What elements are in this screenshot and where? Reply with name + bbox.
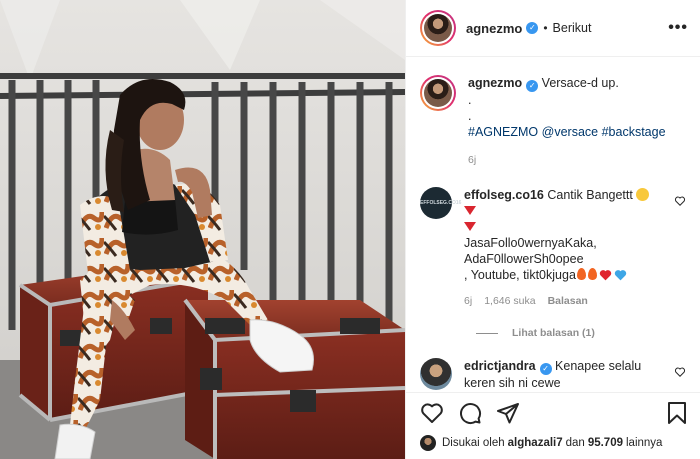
comment-text: , Youtube, tikt0kjuga [464,268,576,282]
likes-suffix: lainnya [626,437,663,449]
action-bar [406,392,700,432]
more-options-icon[interactable]: ••• [668,19,688,37]
smiling-face-emoji-icon [636,188,650,201]
red-triangle-emoji-icon [464,206,476,215]
likes-count[interactable]: 95.709 [588,437,623,449]
backstage-photo-illustration [0,0,405,459]
comment-item: EFFOLSEG.CO16 effolseg.co16 Cantik Bange… [420,187,688,309]
follow-button[interactable]: Berikut [553,21,592,35]
verified-badge-icon: ✓ [539,363,552,375]
comment-icon[interactable] [458,401,482,425]
post-header: agnezmo ✓ • Berikut ••• [406,0,700,57]
likes-and: dan [565,437,585,449]
post-panel: agnezmo ✓ • Berikut ••• agnezmo ✓ Versace… [405,0,700,459]
comments-list[interactable]: agnezmo ✓ Versace-d up. . . #AGNEZMO @ver… [406,58,700,392]
fire-emoji-icon [576,268,586,280]
liker-username[interactable]: alghazali7 [508,437,563,449]
post-photo[interactable] [0,0,405,459]
comment-item: edrictjandra ✓ Kenapee selalu keren sih n… [420,358,688,391]
heart-icon[interactable] [420,401,444,425]
caption-text: Versace-d up. [541,76,619,90]
caption-author-avatar[interactable] [420,75,456,111]
verified-badge-icon: ✓ [526,22,539,34]
commenter-avatar[interactable]: EFFOLSEG.CO16 [420,187,461,219]
comment-text: JasaFollo0wernyaKaka, [464,236,597,250]
view-replies-button[interactable]: Lihat balasan (1) [476,327,688,339]
bookmark-icon[interactable] [666,401,688,425]
commenter-username[interactable]: edrictjandra [464,359,536,373]
like-comment-heart-icon[interactable] [674,366,686,378]
likes-prefix: Disukai oleh [442,437,505,449]
comment-text: AdaF0llowerSh0opee [464,252,584,266]
verified-badge-icon: ✓ [526,80,539,92]
header-separator: • [543,21,548,35]
caption-dot: . [468,93,472,107]
reply-button[interactable]: Balasan [548,293,588,309]
view-replies-label: Lihat balasan (1) [512,327,595,339]
red-heart-emoji-icon [599,270,612,281]
like-comment-heart-icon[interactable] [674,195,686,207]
hashtag-link[interactable]: #AGNEZMO [468,125,538,139]
commenter-username[interactable]: effolseg.co16 [464,188,544,202]
author-avatar[interactable] [420,10,456,46]
caption-username[interactable]: agnezmo [468,76,522,90]
liker-avatar[interactable] [420,435,436,451]
red-triangle-emoji-icon [464,222,476,231]
comment-timestamp: 6j [464,295,473,307]
caption-timestamp: 6j [468,154,477,166]
divider [476,332,498,334]
caption-dot: . [468,109,472,123]
comment-text: Cantik Bangettt [547,188,633,202]
commenter-avatar[interactable] [420,358,452,390]
mention-link[interactable]: @versace [542,125,598,139]
hashtag-link[interactable]: #backstage [602,125,666,139]
comment-likes-count[interactable]: 1,646 suka [484,293,535,309]
author-username[interactable]: agnezmo [466,21,522,36]
likes-summary: Disukai oleh alghazali7 dan 95.709 lainn… [420,432,688,454]
blue-heart-emoji-icon [614,270,627,281]
post-caption: agnezmo ✓ Versace-d up. . . #AGNEZMO @ver… [420,75,688,168]
fire-emoji-icon [587,268,597,280]
comment-text: Kenapee selalu [555,359,642,373]
share-icon[interactable] [496,401,520,425]
comment-text: keren sih ni cewe [464,376,561,390]
